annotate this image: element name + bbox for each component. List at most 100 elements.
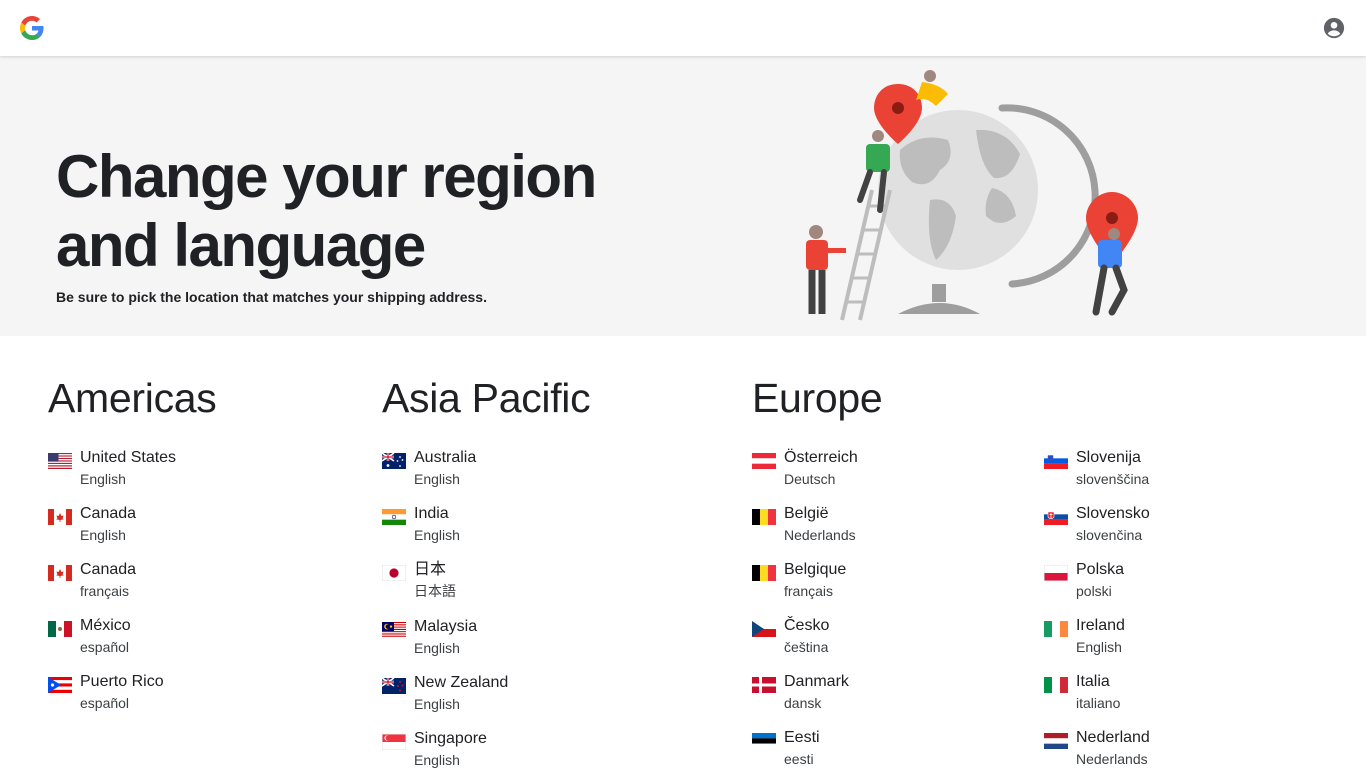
region-title-asia-pacific: Asia Pacific	[382, 375, 591, 421]
page-title-line-1: Change your region	[56, 143, 597, 210]
flag-cz-icon	[752, 621, 776, 637]
country-name: Österreich	[784, 449, 858, 466]
country-link-new-zealand-english[interactable]: New Zealand English	[382, 674, 622, 718]
top-bar	[0, 0, 1366, 56]
country-language: Nederlands	[1076, 751, 1148, 767]
country-language: Deutsch	[784, 471, 836, 487]
country-link-austria-deutsch[interactable]: Österreich Deutsch	[752, 449, 992, 493]
country-language: español	[80, 639, 130, 655]
country-link-belgium-nederlands[interactable]: België Nederlands	[752, 505, 992, 549]
country-name: India	[414, 505, 449, 522]
country-name: Nederland	[1076, 729, 1150, 746]
country-language: English	[414, 640, 460, 656]
country-link-australia-english[interactable]: Australia English	[382, 449, 622, 493]
flag-be-icon	[752, 509, 776, 525]
country-language: English	[414, 696, 460, 712]
country-language: Nederlands	[784, 527, 856, 543]
country-language: English	[414, 527, 460, 543]
country-link-ireland-english[interactable]: Ireland English	[1044, 617, 1284, 661]
country-language: English	[414, 471, 460, 487]
country-link-slovakia-slovencina[interactable]: Slovensko slovenčina	[1044, 505, 1284, 549]
flag-mx-icon	[48, 621, 72, 637]
country-name: Česko	[784, 617, 830, 634]
country-link-denmark-dansk[interactable]: Danmark dansk	[752, 673, 992, 717]
country-language: eesti	[784, 751, 814, 767]
country-link-canada-francais[interactable]: Canada français	[48, 561, 288, 605]
country-name: Singapore	[414, 730, 487, 747]
country-language: slovenščina	[1076, 471, 1150, 487]
page-title-line-2: and language	[56, 212, 426, 279]
country-link-japan-japanese[interactable]: 日本 日本語	[382, 561, 622, 605]
country-link-canada-english[interactable]: Canada English	[48, 505, 288, 549]
country-name: België	[784, 505, 829, 522]
country-link-slovenia-slovenscina[interactable]: Slovenija slovenščina	[1044, 449, 1284, 493]
country-language: dansk	[784, 695, 822, 711]
country-link-malaysia-english[interactable]: Malaysia English	[382, 618, 622, 662]
flag-ee-icon	[752, 733, 776, 749]
country-link-czechia-cestina[interactable]: Česko čeština	[752, 617, 992, 661]
country-name: México	[80, 617, 131, 634]
country-link-belgium-francais[interactable]: Belgique français	[752, 561, 992, 605]
country-language: 日本語	[414, 583, 456, 599]
country-link-india-english[interactable]: India English	[382, 505, 622, 549]
country-language: čeština	[784, 639, 829, 655]
flag-sg-icon	[382, 734, 406, 750]
country-name: Malaysia	[414, 618, 478, 635]
country-language: français	[80, 583, 130, 599]
account-circle-icon[interactable]	[1323, 17, 1345, 39]
country-name: 日本	[414, 561, 447, 578]
country-language: English	[80, 527, 126, 543]
country-name: Italia	[1076, 673, 1110, 690]
country-name: Ireland	[1076, 617, 1125, 634]
country-language: English	[1076, 639, 1122, 655]
country-name: Eesti	[784, 729, 820, 746]
flag-nz-icon	[382, 678, 406, 694]
country-language: English	[80, 471, 126, 487]
country-name: Slovensko	[1076, 505, 1150, 522]
country-name: New Zealand	[414, 674, 509, 691]
flag-in-icon	[382, 509, 406, 525]
flag-my-icon	[382, 622, 406, 638]
country-link-italy-italiano[interactable]: Italia italiano	[1044, 673, 1284, 717]
flag-sk-icon	[1044, 509, 1068, 525]
country-language: español	[80, 695, 130, 711]
country-language: English	[414, 752, 460, 768]
flag-nl-icon	[1044, 733, 1068, 749]
country-link-mexico-espanol[interactable]: México español	[48, 617, 288, 661]
flag-be-icon	[752, 565, 776, 581]
country-name: Australia	[414, 449, 477, 466]
country-name: Slovenija	[1076, 449, 1141, 466]
country-link-puerto-rico-espanol[interactable]: Puerto Rico español	[48, 673, 288, 717]
country-name: Belgique	[784, 561, 847, 578]
country-language: polski	[1076, 583, 1112, 599]
flag-ie-icon	[1044, 621, 1068, 637]
flag-pr-icon	[48, 677, 72, 693]
flag-si-icon	[1044, 453, 1068, 469]
flag-us-icon	[48, 453, 72, 469]
google-logo-icon[interactable]	[20, 16, 44, 40]
page-title: Change your region and language	[56, 142, 696, 280]
country-name: Puerto Rico	[80, 673, 164, 690]
country-name: Polska	[1076, 561, 1125, 578]
region-title-europe: Europe	[752, 375, 883, 421]
flag-at-icon	[752, 453, 776, 469]
flag-jp-icon	[382, 565, 406, 581]
flag-ca-icon	[48, 565, 72, 581]
country-name: Canada	[80, 505, 137, 522]
country-language: italiano	[1076, 695, 1121, 711]
country-link-netherlands-nederlands[interactable]: Nederland Nederlands	[1044, 729, 1284, 773]
flag-it-icon	[1044, 677, 1068, 693]
flag-pl-icon	[1044, 565, 1068, 581]
country-name: Canada	[80, 561, 137, 578]
country-link-singapore-english[interactable]: Singapore English	[382, 730, 622, 774]
country-language: slovenčina	[1076, 527, 1143, 543]
country-link-united-states-english[interactable]: United States English	[48, 449, 288, 493]
flag-au-icon	[382, 453, 406, 469]
country-language: français	[784, 583, 834, 599]
country-link-poland-polski[interactable]: Polska polski	[1044, 561, 1284, 605]
flag-ca-icon	[48, 509, 72, 525]
country-name: Danmark	[784, 673, 849, 690]
flag-dk-icon	[752, 677, 776, 693]
country-link-estonia-eesti[interactable]: Eesti eesti	[752, 729, 992, 773]
region-title-americas: Americas	[48, 375, 217, 421]
